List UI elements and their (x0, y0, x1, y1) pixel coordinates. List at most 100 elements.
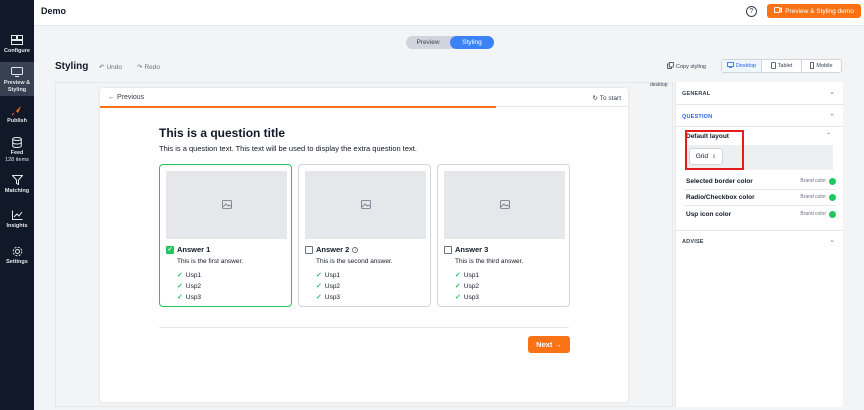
image-placeholder-icon (221, 196, 232, 214)
chevron-up-icon[interactable]: ⌃ (826, 132, 831, 139)
chevron-down-icon[interactable]: ⌄ (829, 236, 835, 244)
sidebar-item-label: Matching (4, 188, 30, 194)
color-row-value: Brand color (800, 178, 826, 184)
checkbox[interactable] (444, 245, 452, 254)
undo-button[interactable]: ↶ Undo (99, 63, 122, 72)
usp-item: ✓ Usp3 (316, 293, 341, 302)
color-row-value: Brand color (800, 211, 826, 217)
highlight-box (685, 130, 744, 170)
answer-label: Answer 3 (455, 245, 489, 254)
copy-styling-button[interactable]: Copy styling (667, 62, 706, 71)
device-tablet-button[interactable]: Tablet (762, 60, 802, 72)
color-row-usp-icon[interactable]: Usp icon color Brand color (686, 209, 836, 219)
to-start-button[interactable]: ↻ To start (593, 94, 621, 102)
next-button[interactable]: Next → (528, 336, 570, 353)
checkbox-checked[interactable]: ✓ (166, 245, 174, 254)
tablet-icon (770, 61, 776, 71)
preview-styling-demo-button[interactable]: Preview & Styling demo (767, 4, 861, 18)
check-icon: ✓ (316, 272, 322, 279)
previous-button[interactable]: ← Previous (108, 94, 144, 101)
usp-label: Usp1 (463, 271, 480, 279)
app-title: Demo (41, 6, 67, 16)
progress-bar (100, 106, 496, 108)
divider (676, 230, 844, 231)
question-text: This is a question text. This text will … (159, 144, 417, 153)
sidebar-item-feed[interactable]: Feed 128 items (0, 136, 34, 163)
redo-icon: ↷ (137, 64, 143, 71)
device-mobile-button[interactable]: Mobile (802, 60, 841, 72)
to-start-label: To start (599, 95, 621, 102)
answer-description: This is the second answer. (316, 258, 393, 265)
page-title: Styling (55, 61, 89, 72)
color-row-selected-border[interactable]: Selected border color Brand color (686, 176, 836, 186)
color-swatch[interactable] (829, 177, 836, 185)
copy-styling-label: Copy styling (676, 63, 706, 70)
color-swatch[interactable] (829, 210, 836, 218)
color-row-radio-checkbox[interactable]: Radio/Checkbox color Brand color (686, 192, 836, 202)
chevron-up-icon[interactable]: ⌃ (829, 113, 835, 121)
sidebar-item-matching[interactable]: Matching (0, 174, 34, 195)
answer-label: Answer 2 (316, 245, 350, 254)
footer-divider (159, 327, 569, 328)
desktop-icon (727, 62, 734, 70)
sidebar-item-label: Settings (6, 259, 28, 265)
check-icon: ✓ (177, 272, 183, 279)
usp-item: ✓ Usp2 (316, 282, 340, 291)
image-placeholder-icon (499, 196, 510, 214)
check-icon: ✓ (316, 283, 322, 290)
device-desktop-button[interactable]: Desktop (722, 60, 762, 72)
sidebar-item-configure[interactable]: Configure (0, 34, 34, 55)
device-switcher: Desktop Tablet Mobile (721, 59, 842, 73)
monitor-icon (10, 66, 24, 78)
video-icon (774, 7, 783, 15)
redo-button[interactable]: ↷ Redo (137, 63, 160, 72)
answer-image (444, 171, 565, 239)
device-label: Tablet (777, 63, 793, 69)
sidebar-item-label: Insights (6, 223, 28, 229)
color-row-value: Brand color (800, 194, 826, 200)
sidebar-item-settings[interactable]: Settings (0, 245, 34, 266)
answer-description: This is the first answer. (177, 258, 244, 265)
restart-icon: ↻ (592, 95, 598, 102)
chevron-down-icon[interactable]: ⌄ (829, 88, 835, 96)
redo-label: Redo (144, 63, 160, 71)
check-icon: ✓ (177, 283, 183, 290)
question-card: ← Previous ↻ To start This is a question… (100, 88, 628, 402)
color-swatch[interactable] (829, 193, 836, 201)
usp-label: Usp3 (185, 293, 202, 301)
sidebar-item-insights[interactable]: Insights (0, 209, 34, 230)
checkbox[interactable] (305, 245, 313, 254)
sidebar: Configure Preview & Styling Publish Feed… (0, 0, 34, 410)
info-icon[interactable]: i (352, 246, 359, 253)
image-placeholder-icon (360, 196, 371, 214)
section-general[interactable]: GENERAL (682, 91, 710, 97)
mode-toggle: Preview Styling (406, 36, 494, 49)
check-icon: ✓ (316, 294, 322, 301)
sidebar-item-label: Preview & Styling (3, 80, 31, 93)
filter-icon (10, 174, 24, 186)
sidebar-item-publish[interactable]: Publish (0, 104, 34, 125)
check-icon: ✓ (455, 283, 461, 290)
sidebar-item-label: Configure (4, 48, 30, 54)
divider (676, 126, 844, 127)
usp-label: Usp2 (185, 282, 202, 290)
divider (684, 205, 836, 206)
divider (676, 104, 844, 105)
sidebar-item-preview-styling[interactable]: Preview & Styling (0, 62, 34, 96)
device-label: Desktop (735, 63, 757, 69)
answer-card-1[interactable]: ✓ Answer 1 This is the first answer. ✓ Us… (159, 164, 292, 307)
section-advise[interactable]: ADVISE (682, 239, 704, 245)
answer-card-3[interactable]: Answer 3 This is the third answer. ✓ Usp1… (437, 164, 570, 307)
answer-card-2[interactable]: Answer 2 i This is the second answer. ✓ U… (298, 164, 431, 307)
answer-header: Answer 3 (444, 245, 488, 254)
check-icon: ✓ (177, 294, 183, 301)
tab-styling[interactable]: Styling (450, 36, 494, 49)
section-question[interactable]: QUESTION (682, 114, 712, 120)
usp-item: ✓ Usp2 (177, 282, 202, 291)
color-row-label: Radio/Checkbox color (686, 193, 755, 201)
help-icon[interactable]: ? (746, 6, 757, 17)
usp-label: Usp3 (324, 293, 341, 301)
usp-item: ✓ Usp2 (455, 282, 479, 291)
configure-icon (10, 34, 24, 46)
tab-preview[interactable]: Preview (406, 36, 450, 49)
